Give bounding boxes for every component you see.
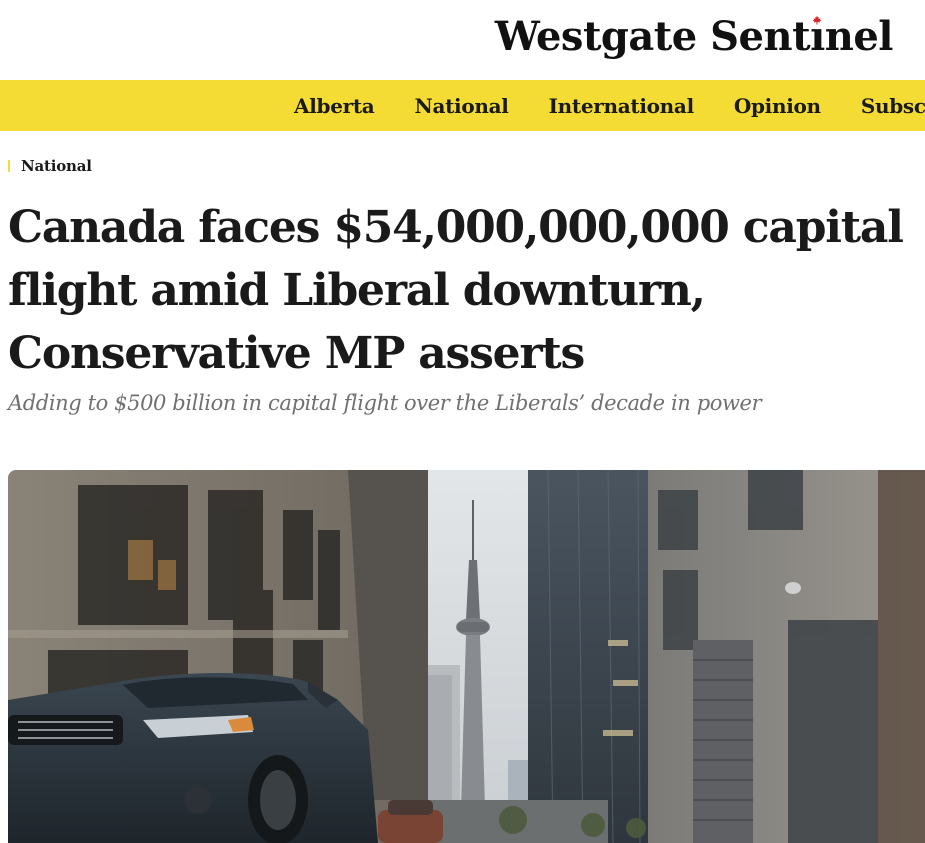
logo-dotless-i: ı [810,12,825,60]
nav-item-international[interactable]: International [549,94,695,118]
logo-text-main: Westgate Sent [494,12,811,60]
nav-items: Alberta National International Opinion S… [294,80,925,131]
section-tag-label: National [21,157,92,175]
masthead: Westgate Sent ı nel [0,0,925,80]
article-headline: Canada faces $54,000,000,000 capital fli… [8,202,904,379]
section-tag-accent [8,160,10,172]
logo-text-end: nel [824,12,894,60]
section-tag[interactable]: National [8,156,92,176]
site-logo[interactable]: Westgate Sent ı nel [494,8,894,64]
nav-item-alberta[interactable]: Alberta [294,94,375,118]
nav-item-subscribe[interactable]: Subscribe [861,94,925,118]
article-subheadline: Adding to $500 billion in capital flight… [8,391,762,415]
nav-item-national[interactable]: National [414,94,508,118]
hero-image[interactable] [8,470,925,843]
maple-leaf-icon [812,15,822,24]
main-nav: Alberta National International Opinion S… [0,80,925,131]
hero-illustration [8,470,925,843]
nav-item-opinion[interactable]: Opinion [734,94,821,118]
parked-car [8,673,378,843]
